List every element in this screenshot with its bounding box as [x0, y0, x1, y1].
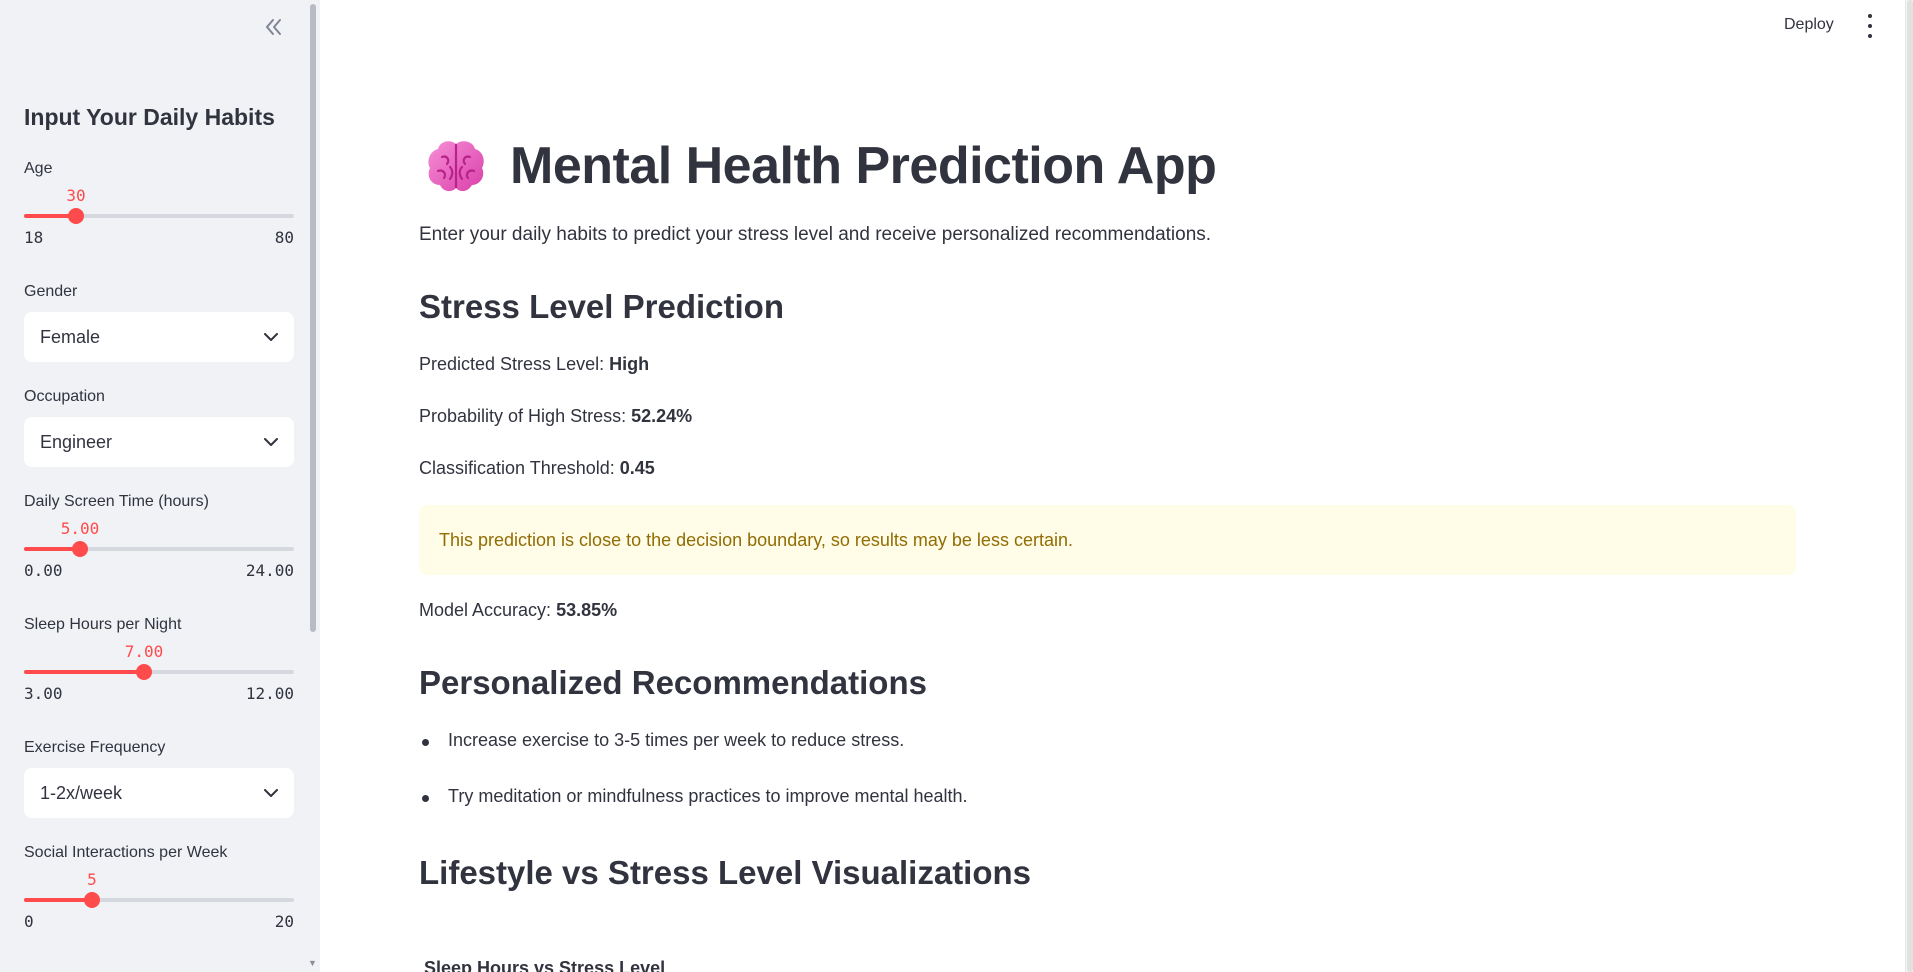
social-slider-thumb[interactable] — [84, 892, 100, 908]
vertical-dots-icon[interactable] — [1860, 14, 1880, 38]
age-slider-thumb[interactable] — [68, 208, 84, 224]
sleep-slider-fill — [24, 670, 144, 674]
gender-select[interactable]: Female — [24, 312, 294, 362]
warning-alert: This prediction is close to the decision… — [419, 505, 1796, 575]
prediction-heading: Stress Level Prediction — [419, 288, 784, 325]
social-slider-fill — [24, 898, 92, 902]
predicted-stress-label: Predicted Stress Level: — [419, 354, 610, 374]
recommendations-heading: Personalized Recommendations — [419, 664, 927, 701]
social-label: Social Interactions per Week — [24, 844, 228, 861]
social-slider-max: 20 — [274, 912, 294, 931]
page-title: Mental Health Prediction App — [510, 137, 1217, 195]
social-slider-track[interactable] — [24, 892, 294, 908]
screen-time-slider-value: 5.00 — [60, 519, 100, 538]
screen-time-slider-track[interactable] — [24, 541, 294, 557]
age-slider-track[interactable] — [24, 208, 294, 224]
exercise-label: Exercise Frequency — [24, 739, 166, 756]
sidebar-title: Input Your Daily Habits — [24, 104, 275, 130]
recommendations-list: Increase exercise to 3-5 times per week … — [419, 730, 968, 842]
deploy-button[interactable]: Deploy — [1784, 16, 1834, 34]
visualizations-heading: Lifestyle vs Stress Level Visualizations — [419, 854, 1032, 891]
sidebar-scrollbar[interactable] — [310, 4, 316, 632]
age-slider-value: 30 — [66, 186, 86, 205]
sleep-vs-stress-subheading: Sleep Hours vs Stress Level — [424, 958, 666, 972]
chevron-down-icon — [264, 788, 278, 798]
age-label: Age — [24, 160, 53, 177]
screen-time-slider-thumb[interactable] — [72, 541, 88, 557]
screen-time-slider-max: 24.00 — [245, 561, 294, 580]
age-slider-min: 18 — [24, 228, 44, 247]
warning-text: This prediction is close to the decision… — [439, 529, 1073, 550]
screen-time-label: Daily Screen Time (hours) — [24, 493, 209, 510]
accuracy-label: Model Accuracy: — [419, 600, 557, 620]
threshold-value: 0.45 — [619, 458, 655, 478]
social-slider-value: 5 — [87, 870, 97, 889]
chevron-down-icon — [264, 332, 278, 342]
sleep-slider-thumb[interactable] — [136, 664, 152, 680]
threshold-line: Classification Threshold: 0.45 — [419, 458, 655, 479]
list-item: Try meditation or mindfulness practices … — [419, 786, 968, 842]
sidebar: ▼ Input Your Daily Habits Age 30 18 80 G… — [0, 0, 320, 972]
intro-text: Enter your daily habits to predict your … — [419, 224, 1212, 245]
gender-selected-value: Female — [40, 326, 101, 347]
sleep-label: Sleep Hours per Night — [24, 616, 182, 633]
probability-value: 52.24% — [631, 406, 693, 426]
social-slider-min: 0 — [24, 912, 34, 931]
accuracy-value: 53.85% — [556, 600, 618, 620]
accuracy-line: Model Accuracy: 53.85% — [419, 600, 617, 621]
sleep-slider-max: 12.00 — [245, 684, 294, 703]
occupation-label: Occupation — [24, 388, 105, 405]
main-scrollbar[interactable] — [1905, 0, 1913, 972]
screen-time-slider-min: 0.00 — [24, 561, 63, 580]
list-item: Increase exercise to 3-5 times per week … — [419, 730, 968, 786]
threshold-label: Classification Threshold: — [419, 458, 620, 478]
age-slider-max: 80 — [274, 228, 294, 247]
exercise-selected-value: 1-2x/week — [40, 782, 123, 803]
occupation-selected-value: Engineer — [40, 431, 113, 452]
sleep-slider-value: 7.00 — [124, 642, 164, 661]
probability-label: Probability of High Stress: — [419, 406, 632, 426]
brain-icon — [424, 137, 488, 195]
gender-label: Gender — [24, 283, 78, 300]
collapse-sidebar-icon[interactable] — [260, 14, 288, 40]
sidebar-scroll-down-icon[interactable]: ▼ — [308, 958, 317, 968]
exercise-select[interactable]: 1-2x/week — [24, 768, 294, 818]
sleep-slider-min: 3.00 — [24, 684, 63, 703]
predicted-stress-line: Predicted Stress Level: High — [419, 354, 649, 375]
page-title-row: Mental Health Prediction App — [424, 136, 1217, 196]
predicted-stress-value: High — [609, 354, 650, 374]
occupation-select[interactable]: Engineer — [24, 417, 294, 467]
chevron-down-icon — [264, 437, 278, 447]
probability-line: Probability of High Stress: 52.24% — [419, 406, 692, 427]
sleep-slider-track[interactable] — [24, 664, 294, 680]
